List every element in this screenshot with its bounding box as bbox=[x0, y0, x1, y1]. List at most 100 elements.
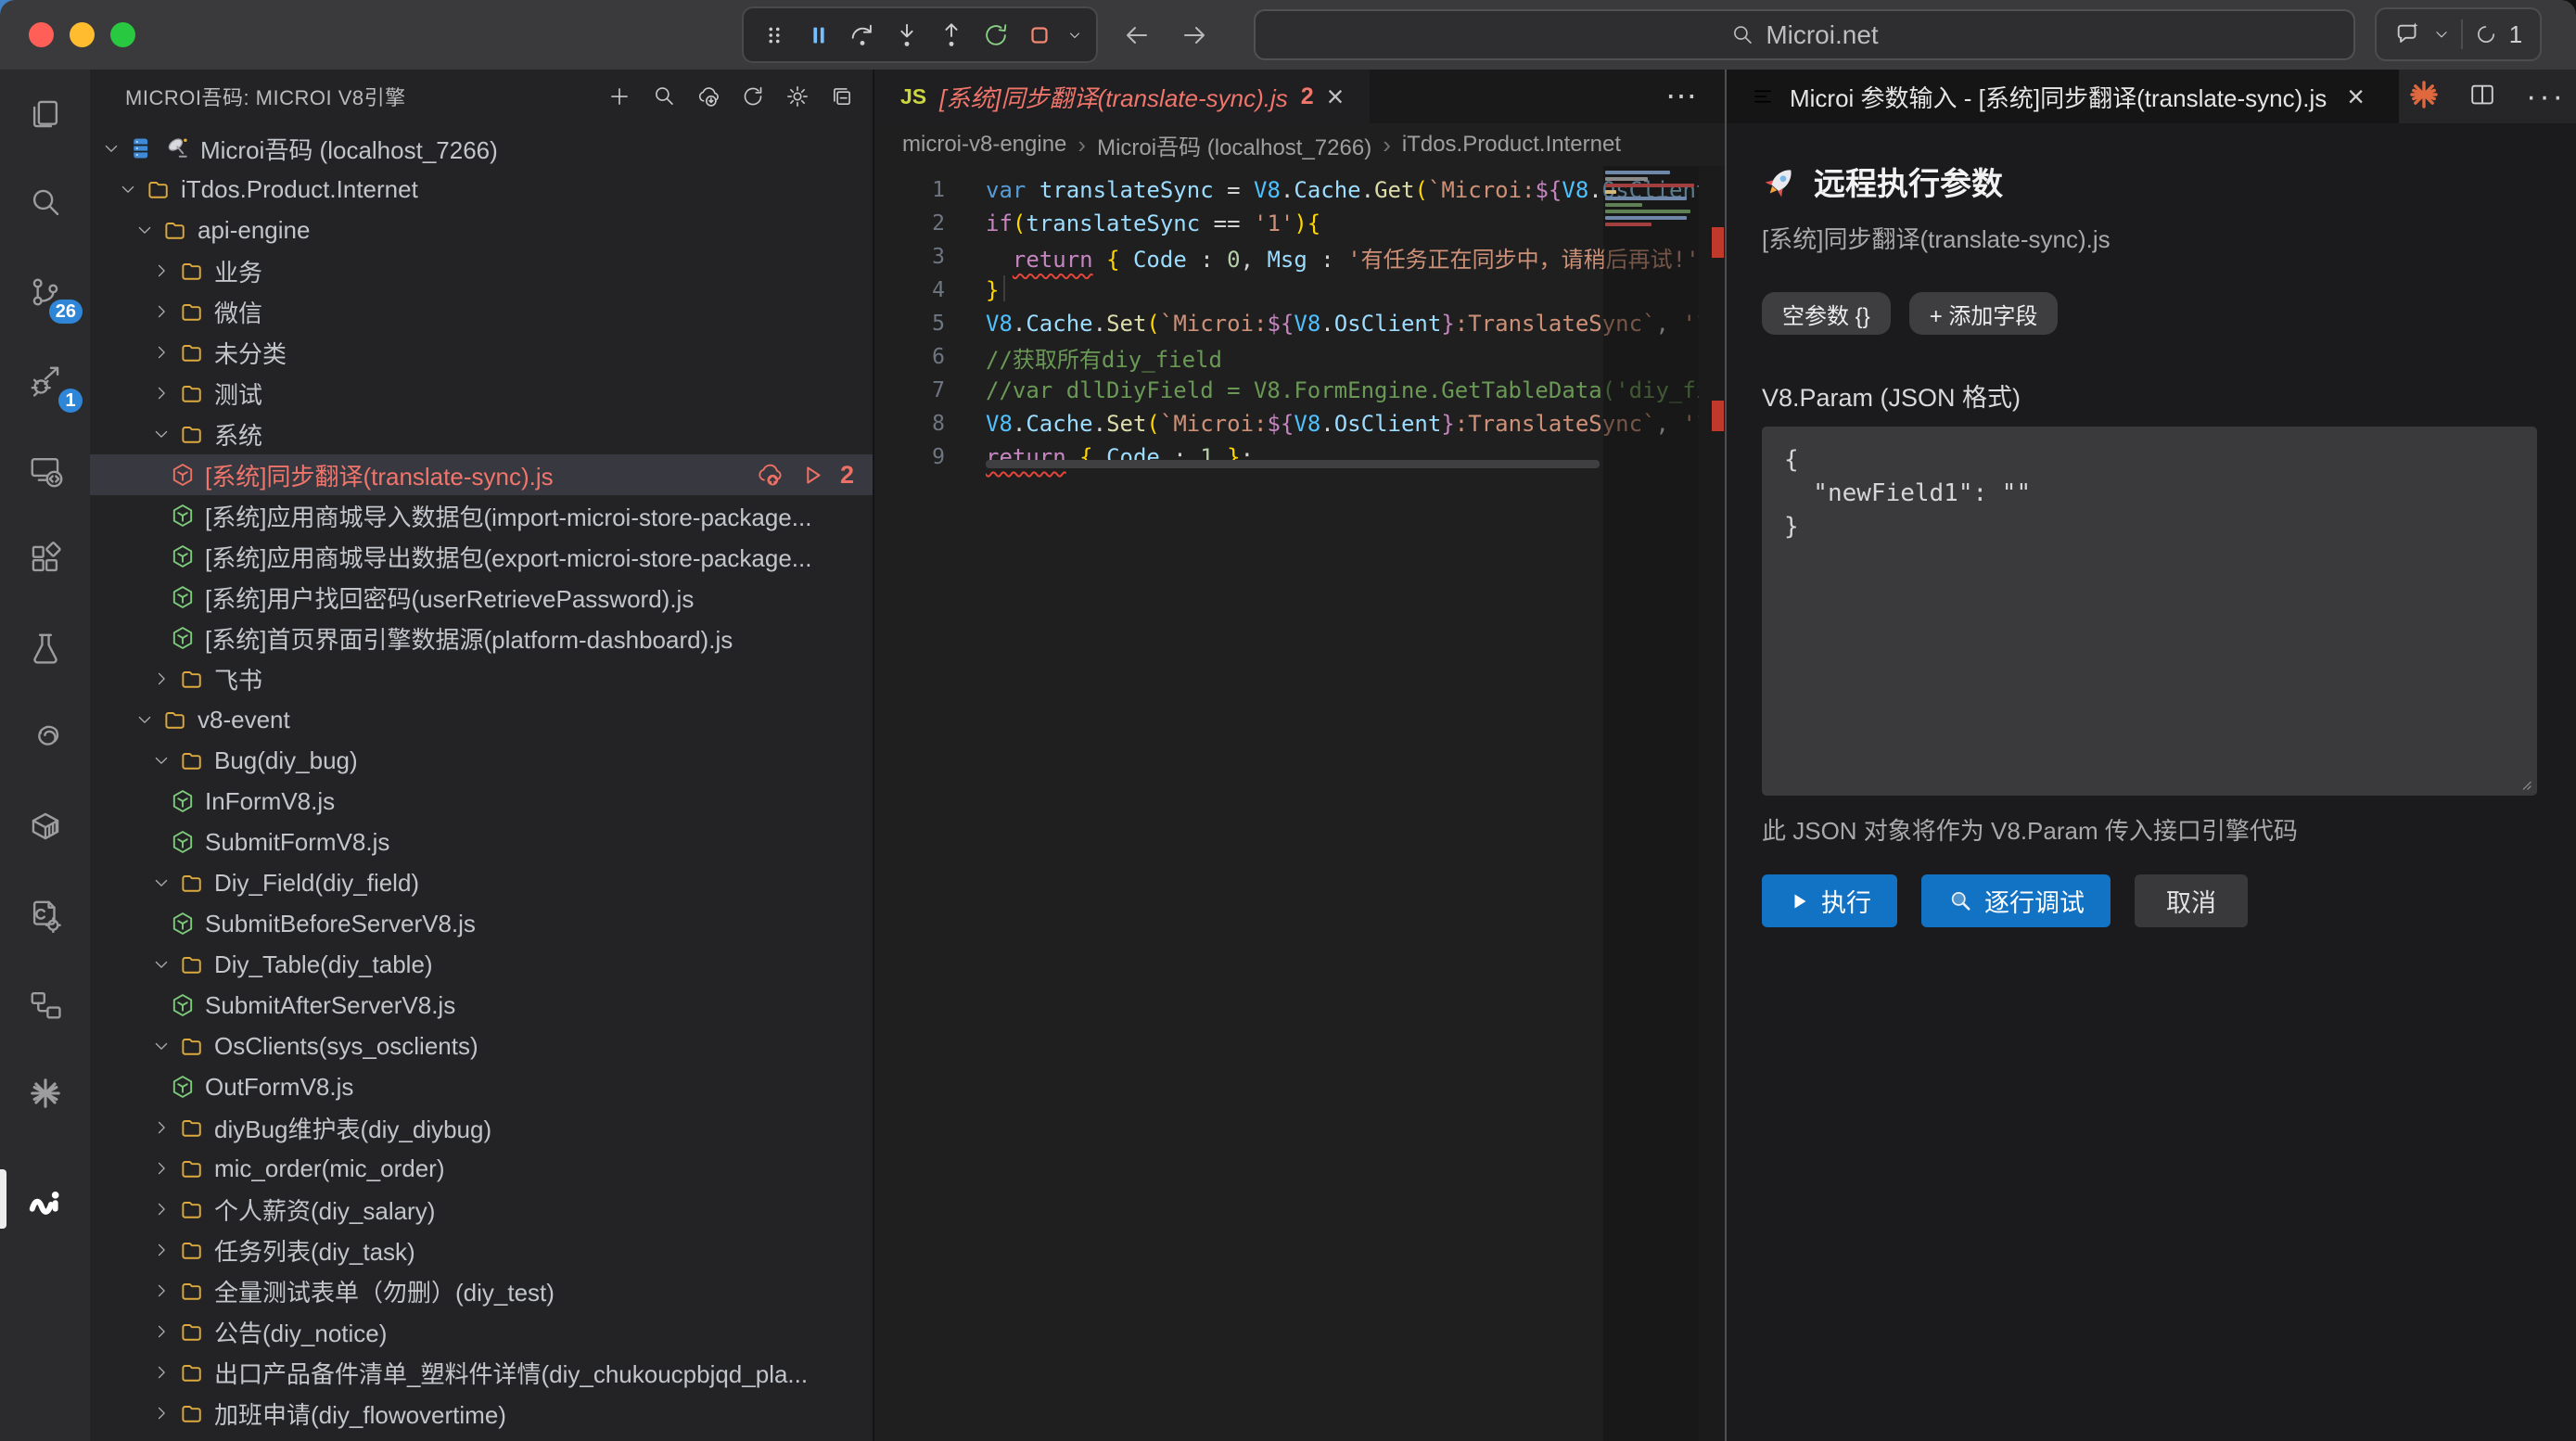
plus-icon[interactable] bbox=[607, 84, 631, 108]
tree-row-file[interactable]: SubmitAfterServerV8.js bbox=[90, 985, 873, 1026]
step-over-icon[interactable] bbox=[843, 16, 882, 55]
tree-row-folder[interactable]: 个人薪资(diy_salary) bbox=[90, 1189, 873, 1230]
tree-row-file[interactable]: [系统]应用商城导出数据包(export-microi-store-packag… bbox=[90, 536, 873, 577]
code-area[interactable]: 1var translateSync = V8.Cache.Get(`Micro… bbox=[874, 166, 1725, 474]
chevron-down-icon[interactable] bbox=[1065, 16, 1085, 55]
tree-row-folder[interactable]: 出口产品备件清单_塑料件详情(diy_chukoucpbjqd_pla... bbox=[90, 1352, 873, 1393]
code-line[interactable]: 9return { Code : 1 }; bbox=[874, 440, 1725, 474]
activity-item-source-control-icon[interactable]: 26 bbox=[0, 248, 90, 337]
window-zoom-button[interactable] bbox=[110, 22, 135, 47]
tree-row-folder[interactable]: v8-event bbox=[90, 699, 873, 740]
tree-row-folder[interactable]: OsClients(sys_osclients) bbox=[90, 1026, 873, 1066]
activity-item-run-debug-icon[interactable]: 1 bbox=[0, 337, 90, 426]
split-editor-icon[interactable] bbox=[2468, 81, 2496, 113]
code-line[interactable]: 3 return { Code : 0, Msg : '有任务正在同步中，请稍后… bbox=[874, 240, 1725, 274]
tree-row-folder[interactable]: Diy_Field(diy_field) bbox=[90, 862, 873, 903]
restart-icon[interactable] bbox=[976, 16, 1015, 55]
activity-item-starburst-icon[interactable] bbox=[0, 1049, 90, 1138]
refresh-icon[interactable] bbox=[741, 84, 765, 108]
activity-item-flowchart-icon[interactable] bbox=[0, 960, 90, 1049]
tree-row-file[interactable]: SubmitFormV8.js bbox=[90, 822, 873, 862]
code-line[interactable]: 8V8.Cache.Set(`Microi:${V8.OsClient}:Tra… bbox=[874, 407, 1725, 440]
minimap[interactable] bbox=[1605, 171, 1697, 226]
tree-row-server[interactable]: Microi吾码 (localhost_7266) bbox=[90, 128, 873, 169]
tree-row-file[interactable]: OutFormV8.js bbox=[90, 1066, 873, 1107]
code-line[interactable]: 4} bbox=[874, 274, 1725, 307]
arrow-forward-icon[interactable] bbox=[1180, 20, 1209, 50]
resize-grip-icon[interactable] bbox=[2517, 775, 2533, 792]
tree-row-folder[interactable]: 未分类 bbox=[90, 332, 873, 373]
tree-row-folder[interactable]: 公告(diy_notice) bbox=[90, 1311, 873, 1352]
activity-item-microi-icon[interactable] bbox=[0, 1154, 90, 1243]
activity-item-files-icon[interactable] bbox=[0, 70, 90, 159]
tree-row-folder[interactable]: 任务列表(diy_task) bbox=[90, 1230, 873, 1270]
window-minimize-button[interactable] bbox=[70, 22, 95, 47]
window-close-button[interactable] bbox=[29, 22, 54, 47]
code-line[interactable]: 6//获取所有diy_field bbox=[874, 340, 1725, 374]
tree-row-folder[interactable]: 业务 bbox=[90, 250, 873, 291]
breadcrumb-item[interactable]: microi-v8-engine bbox=[902, 132, 1066, 158]
tree-row-file[interactable]: SubmitBeforeServerV8.js bbox=[90, 903, 873, 944]
code-line[interactable]: 1var translateSync = V8.Cache.Get(`Micro… bbox=[874, 173, 1725, 207]
activity-item-extensions-icon[interactable] bbox=[0, 515, 90, 604]
activity-item-package-box-icon[interactable] bbox=[0, 782, 90, 871]
cloud-upload-icon[interactable] bbox=[756, 461, 784, 489]
breadcrumb-item[interactable]: iTdos.Product.Internet bbox=[1402, 132, 1621, 158]
activity-item-search-icon[interactable] bbox=[0, 159, 90, 248]
step-out-icon[interactable] bbox=[932, 16, 971, 55]
tree-row-folder[interactable]: Bug(diy_bug) bbox=[90, 740, 873, 781]
code-line[interactable]: 2if(translateSync == '1'){ bbox=[874, 207, 1725, 240]
loading-icon[interactable] bbox=[2474, 22, 2498, 46]
copilot-chat-icon[interactable] bbox=[2394, 20, 2422, 48]
cancel-button[interactable]: 取消 bbox=[2135, 874, 2248, 927]
tree-row-folder[interactable]: 测试 bbox=[90, 373, 873, 414]
stop-icon[interactable] bbox=[1020, 16, 1059, 55]
activity-item-cpp-tools-icon[interactable] bbox=[0, 871, 90, 960]
tree-row-folder[interactable]: 全量测试表单（勿删）(diy_test) bbox=[90, 1270, 873, 1311]
chevron-down-icon[interactable] bbox=[2433, 26, 2450, 43]
tree-row-file[interactable]: InFormV8.js bbox=[90, 781, 873, 822]
param-json-textarea[interactable]: { "newField1": "" } bbox=[1762, 427, 2537, 796]
tree-row-file[interactable]: [系统]应用商城导入数据包(import-microi-store-packag… bbox=[90, 495, 873, 536]
tree-row-folder[interactable]: 系统 bbox=[90, 414, 873, 454]
param-pill-button[interactable]: 空参数 {} bbox=[1762, 292, 1891, 335]
editor-tab[interactable]: JS [系统]同步翻译(translate-sync).js 2 × bbox=[874, 70, 1370, 123]
arrow-back-icon[interactable] bbox=[1122, 20, 1152, 50]
tree-row-folder[interactable]: 微信 bbox=[90, 291, 873, 332]
tree-row-folder[interactable]: 加班申请(diy_flowovertime) bbox=[90, 1393, 873, 1434]
tree-row-file[interactable]: [系统]同步翻译(translate-sync).js2 bbox=[90, 454, 873, 495]
gear-icon[interactable] bbox=[785, 84, 810, 108]
activity-item-fish-icon[interactable] bbox=[0, 693, 90, 782]
code-line[interactable]: 5V8.Cache.Set(`Microi:${V8.OsClient}:Tra… bbox=[874, 307, 1725, 340]
pause-icon[interactable] bbox=[799, 16, 838, 55]
tree-row-file[interactable]: [系统]用户找回密码(userRetrievePassword).js bbox=[90, 577, 873, 618]
tree-row-folder[interactable]: api-engine bbox=[90, 210, 873, 250]
file-hexagon-icon bbox=[169, 911, 197, 937]
tree-row-folder[interactable]: mic_order(mic_order) bbox=[90, 1148, 873, 1189]
tree-row-folder[interactable]: Diy_Table(diy_table) bbox=[90, 944, 873, 985]
starburst-icon[interactable] bbox=[2409, 80, 2439, 114]
tree-row-file[interactable]: [系统]首页界面引擎数据源(platform-dashboard).js bbox=[90, 618, 873, 658]
param-pill-button[interactable]: + 添加字段 bbox=[1909, 292, 2059, 335]
code-line[interactable]: 7//var dllDiyField = V8.FormEngine.GetTa… bbox=[874, 374, 1725, 407]
activity-item-test-flask-icon[interactable] bbox=[0, 604, 90, 693]
command-center-search[interactable]: Microi.net bbox=[1254, 9, 2355, 60]
execute-button[interactable]: 执行 bbox=[1762, 874, 1897, 927]
more-actions-icon[interactable]: ··· bbox=[2526, 79, 2566, 115]
collapse-all-icon[interactable] bbox=[830, 84, 854, 108]
tab-close-icon[interactable]: × bbox=[1327, 82, 1345, 111]
panel-close-icon[interactable]: × bbox=[2347, 82, 2365, 111]
run-icon[interactable] bbox=[799, 463, 824, 488]
grip-icon[interactable] bbox=[755, 16, 794, 55]
breadcrumb-item[interactable]: Microi吾码 (localhost_7266) bbox=[1097, 129, 1371, 161]
horizontal-scrollbar[interactable] bbox=[986, 460, 1600, 468]
cloud-download-icon[interactable] bbox=[696, 84, 721, 108]
step-debug-button[interactable]: 逐行调试 bbox=[1921, 874, 2111, 927]
tabbar-more-icon[interactable]: ⋯ bbox=[1665, 78, 1699, 115]
search-icon[interactable] bbox=[652, 84, 676, 108]
tree-row-folder[interactable]: 飞书 bbox=[90, 658, 873, 699]
activity-item-remote-explorer-icon[interactable] bbox=[0, 426, 90, 515]
tree-row-folder[interactable]: iTdos.Product.Internet bbox=[90, 169, 873, 210]
step-into-icon[interactable] bbox=[887, 16, 926, 55]
tree-row-folder[interactable]: diyBug维护表(diy_diybug) bbox=[90, 1107, 873, 1148]
